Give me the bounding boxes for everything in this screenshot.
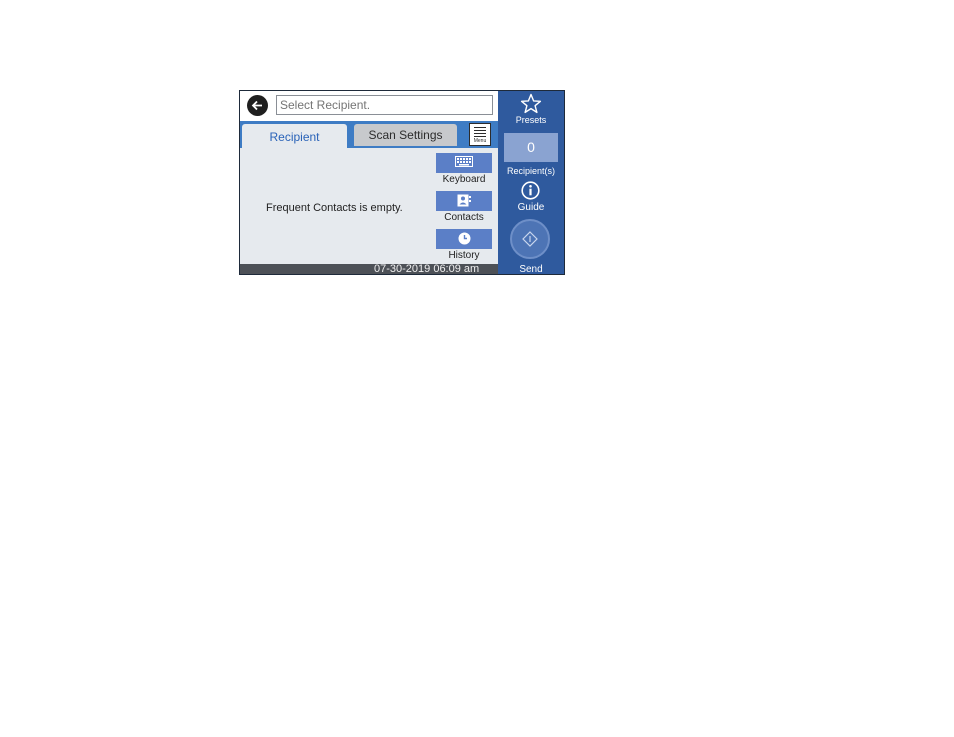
clock-icon	[458, 232, 470, 245]
star-icon	[520, 93, 542, 114]
tab-recipient[interactable]: Recipient	[242, 124, 347, 148]
recipient-count[interactable]: 0	[504, 133, 558, 162]
menu-button[interactable]: Menu	[469, 123, 491, 146]
presets-label: Presets	[515, 115, 547, 125]
status-bar: 07-30-2019 06:09 am	[240, 263, 498, 275]
contacts-button[interactable]	[436, 191, 492, 211]
history-button[interactable]	[436, 229, 492, 249]
keyboard-label: Keyboard	[442, 174, 486, 185]
guide-label: Guide	[517, 202, 545, 213]
info-icon	[521, 181, 540, 200]
printer-panel: Recipient Scan Settings Menu Frequent Co…	[239, 90, 565, 275]
keyboard-button[interactable]	[436, 153, 492, 173]
diamond-start-icon	[522, 231, 538, 247]
recipient-count-label: Recipient(s)	[506, 166, 555, 176]
contacts-icon	[457, 194, 471, 207]
right-panel: Presets 0 Recipient(s) Guide Send	[498, 91, 564, 275]
empty-contacts-message: Frequent Contacts is empty.	[266, 202, 403, 214]
history-label: History	[448, 250, 480, 261]
keyboard-icon	[455, 156, 473, 167]
tab-scan-settings[interactable]: Scan Settings	[354, 124, 457, 146]
back-button[interactable]	[247, 95, 268, 116]
menu-label: Menu	[473, 138, 487, 144]
recipient-input[interactable]	[276, 95, 493, 115]
main-area: Recipient Scan Settings Menu Frequent Co…	[240, 91, 498, 275]
tab-strip: Recipient Scan Settings Menu	[240, 121, 498, 148]
send-button[interactable]	[510, 219, 550, 259]
top-bar	[240, 91, 498, 121]
arrow-left-icon	[251, 100, 262, 111]
contacts-label: Contacts	[444, 212, 484, 223]
send-label: Send	[519, 264, 543, 275]
datetime-display: 07-30-2019 06:09 am	[374, 263, 480, 275]
